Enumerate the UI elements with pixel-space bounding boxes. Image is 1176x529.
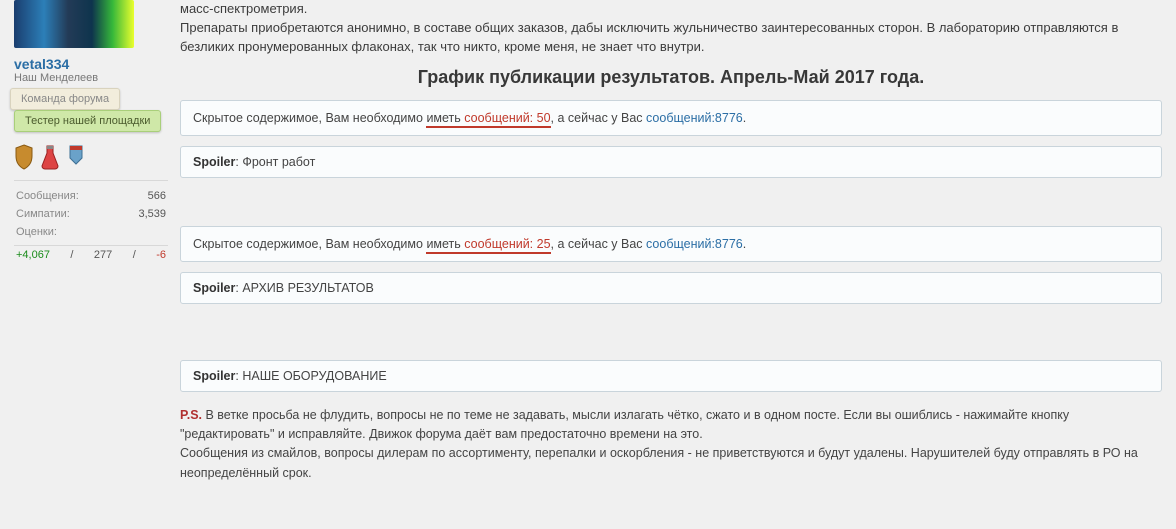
spoiler-title: Фронт работ: [242, 155, 315, 169]
ps-paragraph-1: P.S. В ветке просьба не флудить, вопросы…: [180, 406, 1162, 445]
hidden-content-box-2: Скрытое содержимое, Вам необходимо иметь…: [180, 226, 1162, 262]
post-body: масс-спектрометрия. Препараты приобретаю…: [180, 0, 1162, 483]
hidden-pre: Скрытое содержимое, Вам необходимо: [193, 111, 426, 125]
stat-likes-label: Симпатии:: [16, 208, 70, 220]
hidden-requirement: сообщений: 50: [464, 111, 550, 128]
spoiler-box-2[interactable]: Spoiler: АРХИВ РЕЗУЛЬТАТОВ: [180, 272, 1162, 304]
stat-marks-label: Оценки:: [16, 226, 57, 238]
award-icon: [66, 144, 86, 170]
rep-negative[interactable]: -6: [156, 249, 166, 261]
paragraph-0: масс-спектрометрия.: [180, 0, 1162, 19]
hidden-end: .: [743, 111, 746, 125]
spoiler-box-3[interactable]: Spoiler: НАШЕ ОБОРУДОВАНИЕ: [180, 360, 1162, 392]
ps-label: P.S.: [180, 408, 202, 422]
hidden-have: иметь: [426, 237, 464, 254]
hidden-requirement: сообщений: 25: [464, 237, 550, 254]
hidden-have: иметь: [426, 111, 464, 128]
ps-paragraph-2: Сообщения из смайлов, вопросы дилерам по…: [180, 444, 1162, 483]
spoiler-label: Spoiler: [193, 281, 235, 295]
badge-tester: Тестер нашей площадки: [14, 110, 161, 132]
hidden-mid: , а сейчас у Вас: [551, 111, 646, 125]
user-sidebar: vetal334 Наш Менделеев Команда форума Те…: [14, 0, 168, 264]
user-subtitle: Наш Менделеев: [14, 72, 168, 84]
flask-icon: [40, 144, 60, 170]
paragraph-1: Препараты приобретаются анонимно, в сост…: [180, 19, 1162, 57]
username-link[interactable]: vetal334: [14, 56, 168, 72]
hidden-current-link[interactable]: сообщений:8776: [646, 111, 743, 125]
stat-posts-value[interactable]: 566: [148, 190, 166, 202]
hidden-end: .: [743, 237, 746, 251]
spoiler-title: АРХИВ РЕЗУЛЬТАТОВ: [242, 281, 373, 295]
avatar[interactable]: [14, 0, 134, 48]
spoiler-label: Spoiler: [193, 369, 235, 383]
spoiler-title: НАШЕ ОБОРУДОВАНИЕ: [242, 369, 386, 383]
rep-positive[interactable]: +4,067: [16, 249, 50, 261]
hidden-content-box-1: Скрытое содержимое, Вам необходимо иметь…: [180, 100, 1162, 136]
stat-likes-value: 3,539: [138, 208, 166, 220]
spoiler-box-1[interactable]: Spoiler: Фронт работ: [180, 146, 1162, 178]
hidden-mid: , а сейчас у Вас: [551, 237, 646, 251]
shield-icon: [14, 144, 34, 170]
section-heading: График публикации результатов. Апрель-Ма…: [180, 67, 1162, 88]
user-stats: Сообщения: 566 Симпатии: 3,539 Оценки: +…: [14, 180, 168, 264]
reputation: +4,067 / 277 / -6: [14, 245, 168, 264]
spoiler-label: Spoiler: [193, 155, 235, 169]
badge-team: Команда форума: [10, 88, 120, 110]
stat-posts-label: Сообщения:: [16, 190, 79, 202]
hidden-current-link[interactable]: сообщений:8776: [646, 237, 743, 251]
hidden-pre: Скрытое содержимое, Вам необходимо: [193, 237, 426, 251]
rep-neutral[interactable]: 277: [94, 249, 112, 261]
user-badges: [14, 144, 168, 170]
